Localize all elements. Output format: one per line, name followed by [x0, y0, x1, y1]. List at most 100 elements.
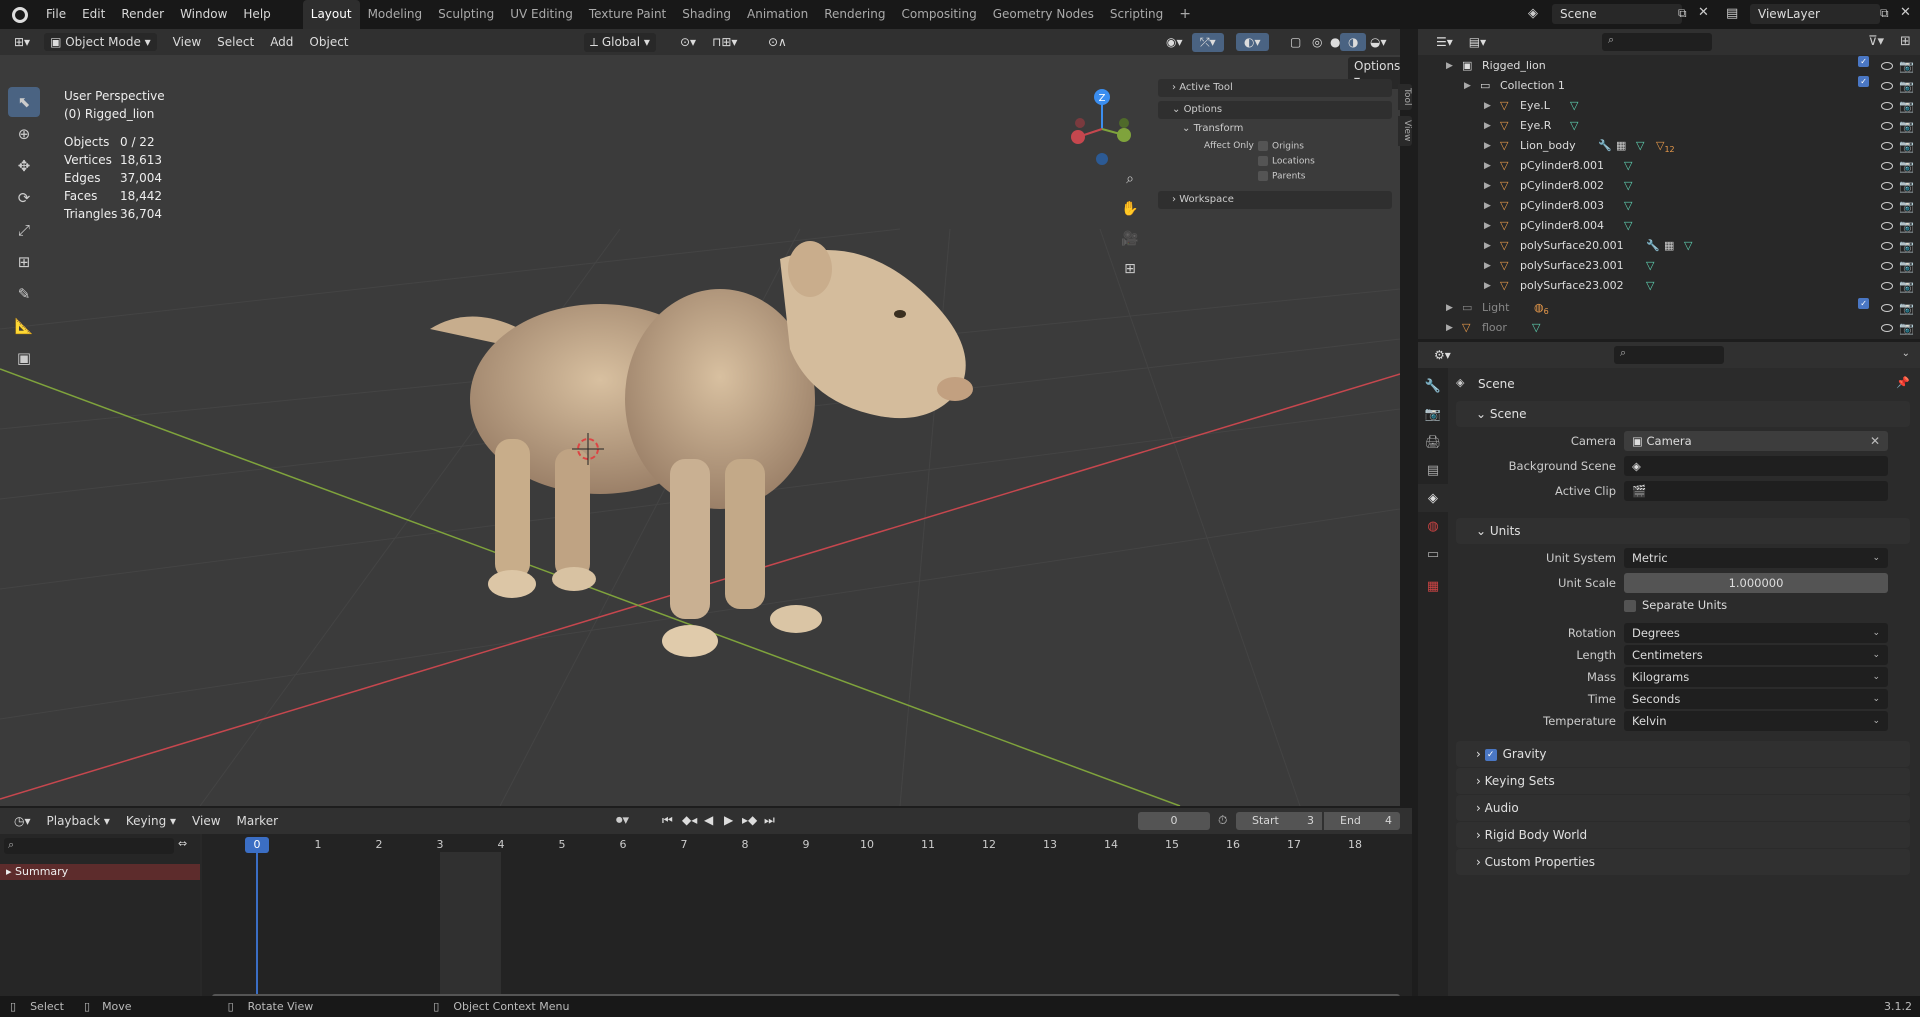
unit-system-dropdown[interactable]: Metric ⌄ [1624, 548, 1888, 568]
tab-sculpting[interactable]: Sculpting [430, 0, 502, 29]
units-panel-header[interactable]: ⌄ Units [1456, 518, 1910, 544]
outliner-row-item[interactable]: ▶ ▽ polySurface20.001 🔧 ▦ ▽ 📷 [1418, 236, 1920, 256]
blender-logo-icon[interactable] [12, 6, 28, 23]
record-icon[interactable]: ⏺▾ [616, 813, 629, 828]
active-clip-field[interactable]: 🎬 [1624, 481, 1888, 501]
separate-units-checkbox[interactable]: Separate Units [1624, 595, 1888, 615]
render-tab-icon[interactable]: 📷 [1418, 400, 1448, 428]
custom-properties-panel-header[interactable]: › Custom Properties [1456, 849, 1910, 875]
eye-icon[interactable] [1881, 162, 1894, 170]
current-frame-field[interactable]: 0 [1138, 812, 1210, 830]
expand-icon[interactable]: ▶ [1484, 116, 1491, 136]
camera-render-icon[interactable]: 📷 [1899, 196, 1914, 216]
tab-geometry-nodes[interactable]: Geometry Nodes [985, 0, 1102, 29]
playback-menu[interactable]: Playback ▾ [39, 812, 118, 830]
mass-dropdown[interactable]: Kilograms ⌄ [1624, 667, 1888, 687]
scene-tab-icon[interactable]: ◈ [1418, 484, 1448, 512]
eye-icon[interactable] [1881, 182, 1894, 190]
clear-camera-icon[interactable]: ✕ [1870, 431, 1880, 451]
rotation-dropdown[interactable]: Degrees ⌄ [1624, 623, 1888, 643]
expand-icon[interactable]: ▶ [1484, 196, 1491, 216]
visibility-icon[interactable]: ◉▾ [1158, 33, 1191, 51]
exclude-checkbox[interactable]: ✓ [1858, 56, 1870, 67]
start-frame-field[interactable]: Start 3 [1236, 812, 1322, 830]
tool-tab-icon[interactable]: 🔧 [1418, 372, 1448, 400]
swap-icon[interactable]: ⇔ [178, 837, 187, 850]
outliner-search-input[interactable]: ⌕ [1602, 33, 1712, 51]
gizmo-toggle-icon[interactable]: ⤱▾ [1192, 32, 1224, 52]
camera-view-icon[interactable]: 🎥 [1117, 226, 1143, 252]
outliner-row-rigged-lion[interactable]: ▶ ▣ Rigged_lion ✓ 📷 [1418, 56, 1920, 76]
eye-icon[interactable] [1881, 122, 1894, 130]
expand-icon[interactable]: ▶ [1484, 216, 1491, 236]
jump-end-icon[interactable]: ⏭ [764, 813, 775, 828]
stopwatch-icon[interactable]: ⏱ [1218, 813, 1227, 828]
camera-render-icon[interactable]: 📷 [1899, 96, 1914, 116]
jump-start-icon[interactable]: ⏮ [662, 813, 673, 828]
keying-menu[interactable]: Keying ▾ [118, 812, 184, 830]
eye-icon[interactable] [1881, 324, 1894, 332]
view-layer-tab-icon[interactable]: ▤ [1418, 456, 1448, 484]
outliner-row-item[interactable]: ▶ ▽ pCylinder8.001 ▽ 📷 [1418, 156, 1920, 176]
time-dropdown[interactable]: Seconds ⌄ [1624, 689, 1888, 709]
collection-tab-icon[interactable]: ▭ [1418, 540, 1448, 568]
temperature-dropdown[interactable]: Kelvin ⌄ [1624, 711, 1888, 731]
camera-render-icon[interactable]: 📷 [1899, 256, 1914, 276]
tab-modeling[interactable]: Modeling [360, 0, 431, 29]
annotate-tool-icon[interactable]: ✎ [8, 279, 40, 309]
select-box-tool-icon[interactable]: ⬉ [8, 87, 40, 117]
camera-field[interactable]: ▣ Camera ✕ [1624, 431, 1888, 451]
expand-icon[interactable]: ▶ [1446, 56, 1453, 76]
expand-icon[interactable]: ▶ [1446, 318, 1453, 338]
outliner-row-item[interactable]: ▶ ▽ Lion_body 🔧 ▦ ▽ ▽12 📷 [1418, 136, 1920, 156]
shading-rendered-icon[interactable]: ◒▾ [1362, 33, 1395, 51]
dopesheet-area[interactable]: 1 2 3 4 5 6 7 8 9 10 11 12 13 14 15 16 17 18 0 [202, 834, 1412, 1003]
background-scene-field[interactable]: ◈ [1624, 456, 1888, 476]
eye-icon[interactable] [1881, 202, 1894, 210]
marker-menu[interactable]: Marker [229, 812, 286, 830]
eye-icon[interactable] [1881, 82, 1894, 90]
transform-subheader[interactable]: ⌄ Transform [1158, 123, 1392, 139]
tab-shading[interactable]: Shading [674, 0, 739, 29]
length-dropdown[interactable]: Centimeters ⌄ [1624, 645, 1888, 665]
menu-help[interactable]: Help [235, 0, 278, 29]
menu-file[interactable]: File [38, 0, 74, 29]
eye-icon[interactable] [1881, 62, 1894, 70]
camera-render-icon[interactable]: 📷 [1899, 156, 1914, 176]
outliner-row-item[interactable]: ▶ ▽ polySurface23.001 ▽ 📷 [1418, 256, 1920, 276]
tab-uv-editing[interactable]: UV Editing [502, 0, 581, 29]
expand-icon[interactable]: ▶ [1484, 96, 1491, 116]
filter-icon[interactable]: ⊽▾ [1868, 34, 1884, 49]
timeline-view-menu[interactable]: View [184, 812, 228, 830]
viewport-menu-add[interactable]: Add [262, 33, 301, 51]
expand-icon[interactable]: ▶ [1484, 156, 1491, 176]
view-layer-selector[interactable]: ViewLayer [1750, 4, 1880, 24]
outliner-row-item[interactable]: ▶ ▽ Eye.R ▽ 📷 [1418, 116, 1920, 136]
playhead-frame-badge[interactable]: 0 [245, 837, 269, 853]
gravity-panel-header[interactable]: › ✓ Gravity [1456, 741, 1910, 767]
navigation-gizmo[interactable]: Z [1062, 85, 1142, 175]
viewport-menu-object[interactable]: Object [301, 33, 356, 51]
menu-render[interactable]: Render [113, 0, 172, 29]
new-scene-icon[interactable]: ⧉ [1678, 6, 1687, 21]
expand-icon[interactable]: ▶ [1446, 298, 1453, 318]
view-layer-icon[interactable]: ▤ [1726, 6, 1738, 21]
scene-icon[interactable]: ◈ [1528, 6, 1538, 21]
tab-view[interactable]: View [1398, 116, 1412, 146]
camera-render-icon[interactable]: 📷 [1899, 298, 1914, 318]
overlay-toggle-icon[interactable]: ◐▾ [1236, 33, 1269, 51]
eye-icon[interactable] [1881, 222, 1894, 230]
zoom-icon[interactable]: ⌕ [1117, 166, 1143, 192]
play-icon[interactable]: ▶ [724, 813, 733, 827]
tab-compositing[interactable]: Compositing [893, 0, 984, 29]
scene-selector[interactable]: Scene [1552, 4, 1682, 24]
outliner-row-item[interactable]: ▶ ▽ Eye.L ▽ 📷 [1418, 96, 1920, 116]
outliner-row-item[interactable]: ▶ ▽ pCylinder8.002 ▽ 📷 [1418, 176, 1920, 196]
summary-channel[interactable]: ▸ Summary [0, 864, 200, 880]
add-workspace-button[interactable]: + [1171, 0, 1199, 29]
camera-render-icon[interactable]: 📷 [1899, 76, 1914, 96]
exclude-checkbox[interactable]: ✓ [1858, 298, 1870, 309]
next-keyframe-icon[interactable]: ▸◆ [742, 813, 757, 827]
eye-icon[interactable] [1881, 242, 1894, 250]
outliner-row-collection-1[interactable]: ▶ ▭ Collection 1 ✓ 📷 [1418, 76, 1920, 96]
